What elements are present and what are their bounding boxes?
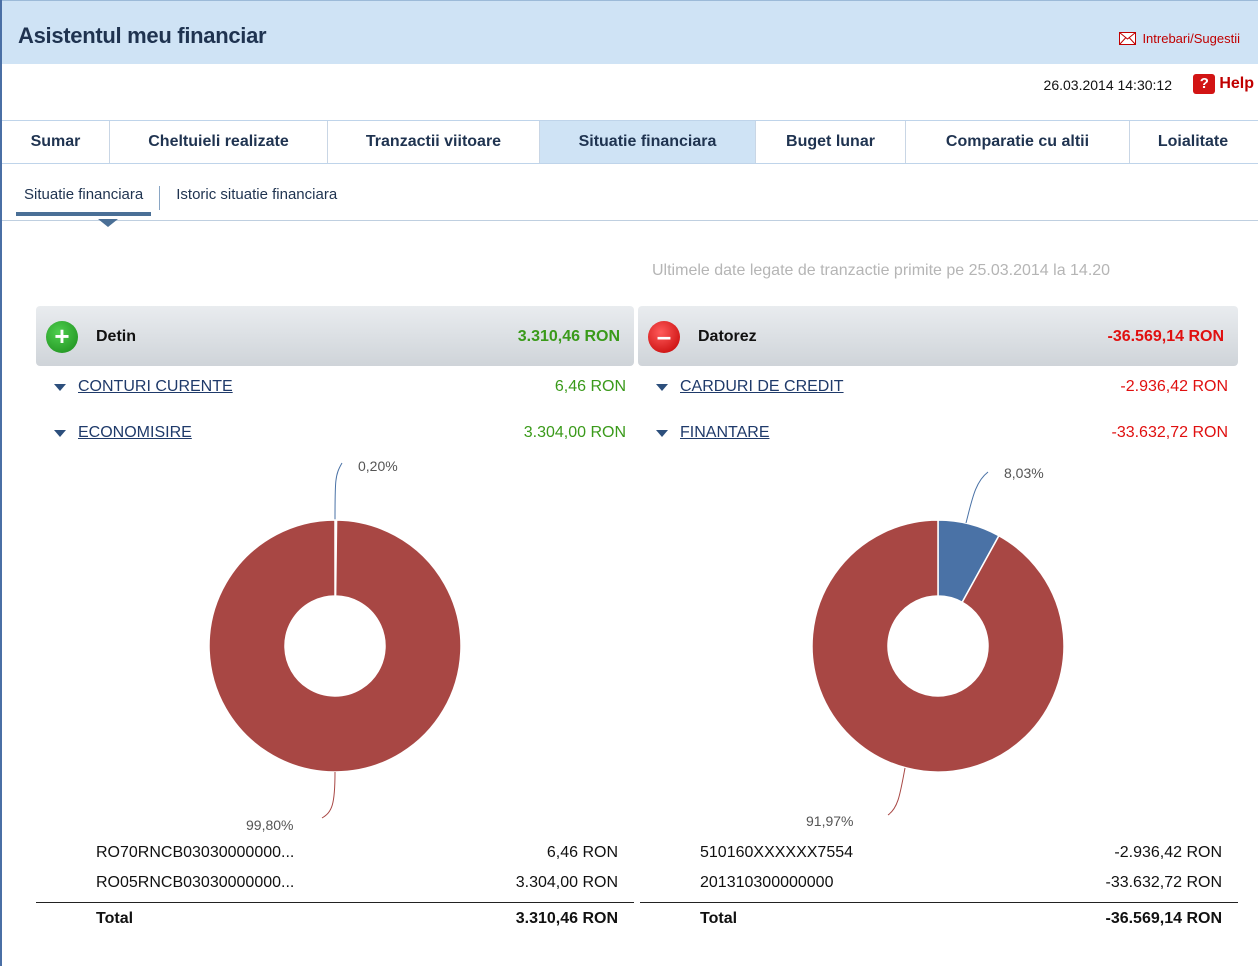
total-rule [640,902,1238,903]
account-amount: 6,46 RON [546,844,618,861]
slice-leader-line [965,471,989,524]
total-label: Total [700,910,738,927]
account-row: 510160XXXXXX7554 -2.936,42 RON [700,844,1222,866]
assets-donut-chart: 0,20% 99,80% [208,458,462,833]
account-row: RO70RNCB03030000000... 6,46 RON [96,844,618,866]
account-row: RO05RNCB03030000000... 3.304,00 RON [96,874,618,896]
account-number: RO05RNCB03030000000... [96,874,295,891]
slice-percent-label: 91,97% [806,813,853,829]
slice-percent-label: 8,03% [1004,465,1044,481]
total-amount: -36.569,14 RON [1105,910,1222,927]
donut-slice[interactable] [208,519,462,773]
account-amount: -2.936,42 RON [1114,844,1222,861]
slice-leader-line [321,771,336,819]
slice-percent-label: 99,80% [246,817,293,833]
slice-leader-line [334,462,343,521]
slice-percent-label: 0,20% [358,458,398,474]
slice-leader-line [887,767,906,816]
donut-slice[interactable] [811,519,1065,773]
account-number: 510160XXXXXX7554 [700,844,854,861]
liabilities-donut-chart: 8,03% 91,97% [806,465,1065,829]
account-row: 201310300000000 -33.632,72 RON [700,874,1222,896]
total-label: Total [96,910,134,927]
liabilities-total-row: Total -36.569,14 RON [700,910,1222,932]
assets-total-row: Total 3.310,46 RON [96,910,618,932]
total-amount: 3.310,46 RON [515,910,618,927]
account-amount: -33.632,72 RON [1105,874,1222,891]
account-number: RO70RNCB03030000000... [96,844,295,861]
donut-charts: 0,20% 99,80% 8,03% 91,97% [208,458,1065,833]
account-number: 201310300000000 [700,874,834,891]
total-rule [36,902,634,903]
account-amount: 3.304,00 RON [515,874,618,891]
